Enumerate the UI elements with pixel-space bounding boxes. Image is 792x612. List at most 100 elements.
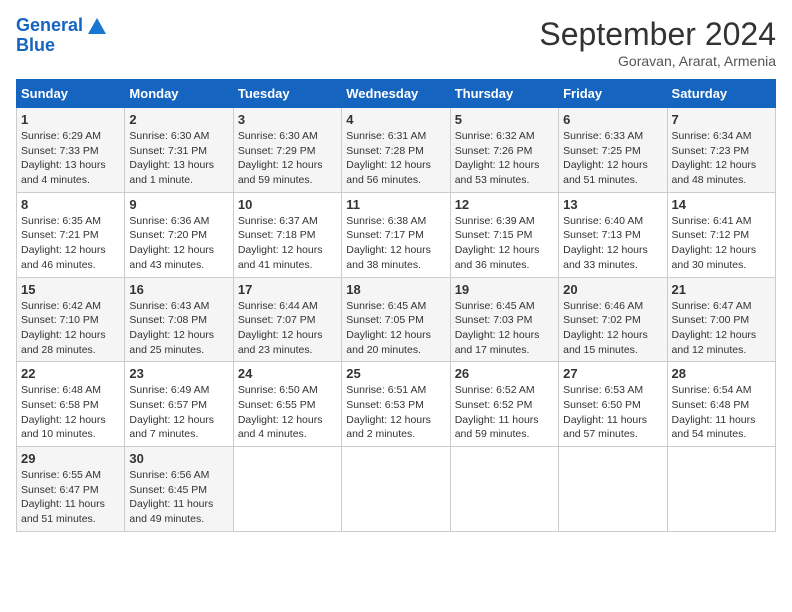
sunset: Sunset: 7:12 PM xyxy=(672,229,750,241)
sunrise: Sunrise: 6:42 AM xyxy=(21,300,101,312)
day-info: Sunrise: 6:29 AM Sunset: 7:33 PM Dayligh… xyxy=(21,129,120,188)
calendar-cell: 3 Sunrise: 6:30 AM Sunset: 7:29 PM Dayli… xyxy=(233,108,341,193)
calendar-week-row: 8 Sunrise: 6:35 AM Sunset: 7:21 PM Dayli… xyxy=(17,192,776,277)
sunset: Sunset: 7:18 PM xyxy=(238,229,316,241)
day-info: Sunrise: 6:34 AM Sunset: 7:23 PM Dayligh… xyxy=(672,129,771,188)
weekday-header-row: SundayMondayTuesdayWednesdayThursdayFrid… xyxy=(17,80,776,108)
day-number: 6 xyxy=(563,112,662,127)
sunrise: Sunrise: 6:36 AM xyxy=(129,215,209,227)
calendar-cell xyxy=(342,447,450,532)
sunset: Sunset: 6:55 PM xyxy=(238,399,316,411)
sunset: Sunset: 7:23 PM xyxy=(672,145,750,157)
sunset: Sunset: 6:47 PM xyxy=(21,484,99,496)
location: Goravan, Ararat, Armenia xyxy=(539,53,776,69)
day-info: Sunrise: 6:30 AM Sunset: 7:29 PM Dayligh… xyxy=(238,129,337,188)
day-info: Sunrise: 6:43 AM Sunset: 7:08 PM Dayligh… xyxy=(129,299,228,358)
sunset: Sunset: 7:10 PM xyxy=(21,314,99,326)
sunset: Sunset: 7:00 PM xyxy=(672,314,750,326)
month-title: September 2024 xyxy=(539,16,776,53)
day-number: 9 xyxy=(129,197,228,212)
day-info: Sunrise: 6:45 AM Sunset: 7:05 PM Dayligh… xyxy=(346,299,445,358)
sunrise: Sunrise: 6:32 AM xyxy=(455,130,535,142)
calendar-cell: 27 Sunrise: 6:53 AM Sunset: 6:50 PM Dayl… xyxy=(559,362,667,447)
day-number: 10 xyxy=(238,197,337,212)
sunrise: Sunrise: 6:29 AM xyxy=(21,130,101,142)
calendar-cell xyxy=(450,447,558,532)
daylight: Daylight: 12 hours and 48 minutes. xyxy=(672,159,757,186)
sunset: Sunset: 6:58 PM xyxy=(21,399,99,411)
calendar-week-row: 1 Sunrise: 6:29 AM Sunset: 7:33 PM Dayli… xyxy=(17,108,776,193)
calendar-cell: 20 Sunrise: 6:46 AM Sunset: 7:02 PM Dayl… xyxy=(559,277,667,362)
sunrise: Sunrise: 6:34 AM xyxy=(672,130,752,142)
day-info: Sunrise: 6:42 AM Sunset: 7:10 PM Dayligh… xyxy=(21,299,120,358)
day-info: Sunrise: 6:37 AM Sunset: 7:18 PM Dayligh… xyxy=(238,214,337,273)
daylight: Daylight: 12 hours and 25 minutes. xyxy=(129,329,214,356)
daylight: Daylight: 13 hours and 4 minutes. xyxy=(21,159,106,186)
day-number: 24 xyxy=(238,366,337,381)
day-info: Sunrise: 6:45 AM Sunset: 7:03 PM Dayligh… xyxy=(455,299,554,358)
daylight: Daylight: 11 hours and 54 minutes. xyxy=(672,414,756,441)
calendar-cell: 16 Sunrise: 6:43 AM Sunset: 7:08 PM Dayl… xyxy=(125,277,233,362)
daylight: Daylight: 12 hours and 56 minutes. xyxy=(346,159,431,186)
sunrise: Sunrise: 6:52 AM xyxy=(455,384,535,396)
weekday-header: Thursday xyxy=(450,80,558,108)
daylight: Daylight: 12 hours and 28 minutes. xyxy=(21,329,106,356)
day-number: 4 xyxy=(346,112,445,127)
sunset: Sunset: 7:26 PM xyxy=(455,145,533,157)
weekday-header: Saturday xyxy=(667,80,775,108)
sunrise: Sunrise: 6:30 AM xyxy=(238,130,318,142)
calendar-cell xyxy=(559,447,667,532)
daylight: Daylight: 12 hours and 12 minutes. xyxy=(672,329,757,356)
calendar-cell: 24 Sunrise: 6:50 AM Sunset: 6:55 PM Dayl… xyxy=(233,362,341,447)
calendar-cell: 14 Sunrise: 6:41 AM Sunset: 7:12 PM Dayl… xyxy=(667,192,775,277)
weekday-header: Wednesday xyxy=(342,80,450,108)
day-info: Sunrise: 6:50 AM Sunset: 6:55 PM Dayligh… xyxy=(238,383,337,442)
sunrise: Sunrise: 6:54 AM xyxy=(672,384,752,396)
calendar-cell: 29 Sunrise: 6:55 AM Sunset: 6:47 PM Dayl… xyxy=(17,447,125,532)
daylight: Daylight: 12 hours and 2 minutes. xyxy=(346,414,431,441)
day-number: 16 xyxy=(129,282,228,297)
sunrise: Sunrise: 6:31 AM xyxy=(346,130,426,142)
calendar-cell: 25 Sunrise: 6:51 AM Sunset: 6:53 PM Dayl… xyxy=(342,362,450,447)
calendar-week-row: 15 Sunrise: 6:42 AM Sunset: 7:10 PM Dayl… xyxy=(17,277,776,362)
day-number: 23 xyxy=(129,366,228,381)
day-number: 21 xyxy=(672,282,771,297)
daylight: Daylight: 12 hours and 23 minutes. xyxy=(238,329,323,356)
day-info: Sunrise: 6:40 AM Sunset: 7:13 PM Dayligh… xyxy=(563,214,662,273)
calendar-cell: 26 Sunrise: 6:52 AM Sunset: 6:52 PM Dayl… xyxy=(450,362,558,447)
day-number: 27 xyxy=(563,366,662,381)
day-number: 14 xyxy=(672,197,771,212)
sunrise: Sunrise: 6:46 AM xyxy=(563,300,643,312)
sunrise: Sunrise: 6:41 AM xyxy=(672,215,752,227)
calendar-cell: 30 Sunrise: 6:56 AM Sunset: 6:45 PM Dayl… xyxy=(125,447,233,532)
sunset: Sunset: 6:50 PM xyxy=(563,399,641,411)
logo: General Blue xyxy=(16,16,106,56)
daylight: Daylight: 12 hours and 38 minutes. xyxy=(346,244,431,271)
daylight: Daylight: 12 hours and 10 minutes. xyxy=(21,414,106,441)
day-number: 18 xyxy=(346,282,445,297)
day-info: Sunrise: 6:46 AM Sunset: 7:02 PM Dayligh… xyxy=(563,299,662,358)
sunset: Sunset: 7:28 PM xyxy=(346,145,424,157)
daylight: Daylight: 12 hours and 20 minutes. xyxy=(346,329,431,356)
calendar-cell: 2 Sunrise: 6:30 AM Sunset: 7:31 PM Dayli… xyxy=(125,108,233,193)
sunset: Sunset: 6:48 PM xyxy=(672,399,750,411)
calendar-cell: 18 Sunrise: 6:45 AM Sunset: 7:05 PM Dayl… xyxy=(342,277,450,362)
daylight: Daylight: 12 hours and 17 minutes. xyxy=(455,329,540,356)
sunset: Sunset: 7:05 PM xyxy=(346,314,424,326)
calendar-cell: 5 Sunrise: 6:32 AM Sunset: 7:26 PM Dayli… xyxy=(450,108,558,193)
calendar-table: SundayMondayTuesdayWednesdayThursdayFrid… xyxy=(16,79,776,532)
day-number: 29 xyxy=(21,451,120,466)
sunrise: Sunrise: 6:39 AM xyxy=(455,215,535,227)
sunset: Sunset: 6:57 PM xyxy=(129,399,207,411)
weekday-header: Tuesday xyxy=(233,80,341,108)
sunrise: Sunrise: 6:56 AM xyxy=(129,469,209,481)
calendar-cell: 28 Sunrise: 6:54 AM Sunset: 6:48 PM Dayl… xyxy=(667,362,775,447)
day-info: Sunrise: 6:31 AM Sunset: 7:28 PM Dayligh… xyxy=(346,129,445,188)
daylight: Daylight: 12 hours and 59 minutes. xyxy=(238,159,323,186)
calendar-cell: 21 Sunrise: 6:47 AM Sunset: 7:00 PM Dayl… xyxy=(667,277,775,362)
day-number: 13 xyxy=(563,197,662,212)
daylight: Daylight: 12 hours and 30 minutes. xyxy=(672,244,757,271)
daylight: Daylight: 12 hours and 43 minutes. xyxy=(129,244,214,271)
day-number: 30 xyxy=(129,451,228,466)
sunset: Sunset: 6:45 PM xyxy=(129,484,207,496)
